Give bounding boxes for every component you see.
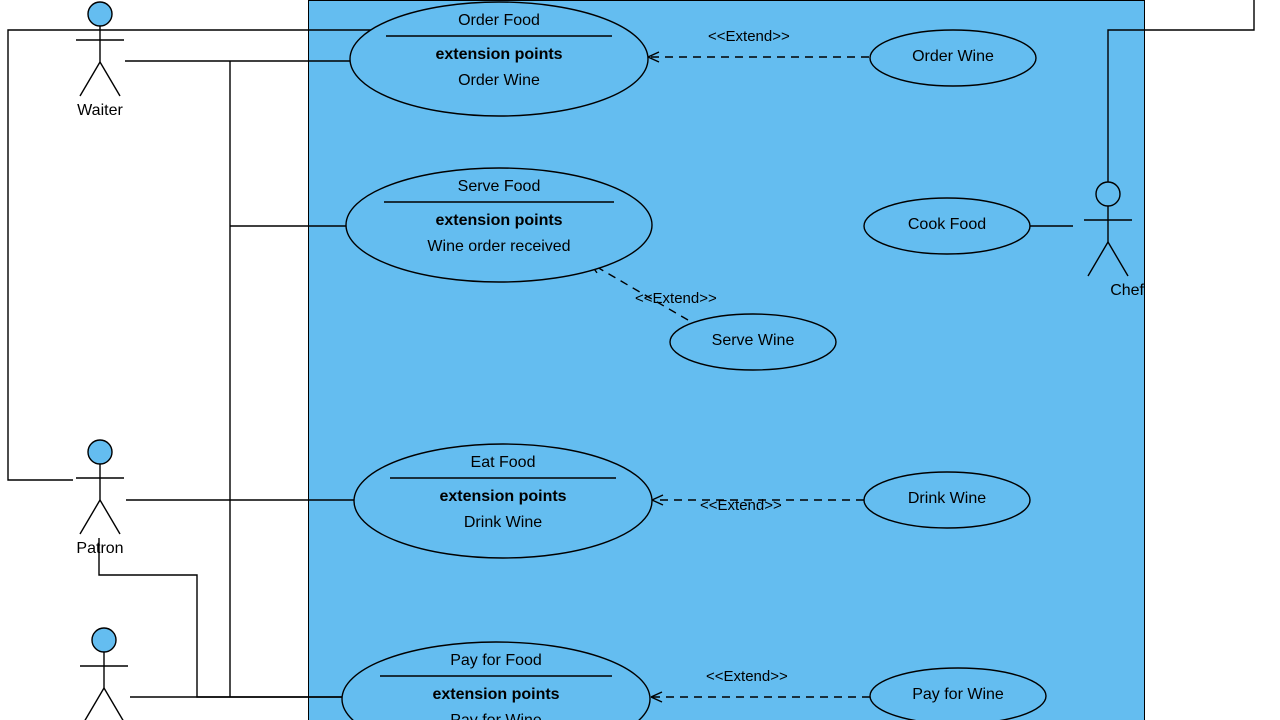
usecase-order-food[interactable]: Order Food extension points Order Wine (348, 0, 650, 118)
usecase-title: Drink Wine (862, 490, 1032, 508)
extension-points-label: extension points (352, 488, 654, 506)
usecase-title: Order Wine (868, 48, 1038, 66)
diagram-canvas: Order Food --> Serve Food (diagonal) -->… (0, 0, 1280, 720)
extension-points-label: extension points (340, 686, 652, 704)
extension-points-label: extension points (348, 46, 650, 64)
actor-waiter-label: Waiter (72, 102, 128, 120)
usecase-serve-food[interactable]: Serve Food extension points Wine order r… (344, 166, 654, 284)
usecase-drink-wine[interactable]: Drink Wine (862, 470, 1032, 530)
extension-point-name: Order Wine (348, 72, 650, 90)
usecase-order-wine[interactable]: Order Wine (868, 28, 1038, 88)
extend-label: <<Extend>> (706, 668, 788, 685)
extension-point-name: Pay for Wine (340, 712, 652, 720)
usecase-title: Serve Food (344, 178, 654, 196)
usecase-title: Order Food (348, 12, 650, 30)
usecase-title: Eat Food (352, 454, 654, 472)
usecase-pay-for-food[interactable]: Pay for Food extension points Pay for Wi… (340, 640, 652, 720)
usecase-serve-wine[interactable]: Serve Wine (668, 312, 838, 372)
extend-label: <<Extend>> (635, 290, 717, 307)
usecase-cook-food[interactable]: Cook Food (862, 196, 1032, 256)
extend-label: <<Extend>> (708, 28, 790, 45)
extension-points-label: extension points (344, 212, 654, 230)
usecase-title: Cook Food (862, 216, 1032, 234)
actor-cashier[interactable] (76, 626, 132, 720)
extend-label: <<Extend>> (700, 497, 782, 514)
actor-chef-label: Chef (1072, 282, 1144, 300)
usecase-title: Pay for Wine (868, 686, 1048, 704)
actor-patron[interactable]: Patron (72, 438, 128, 558)
usecase-eat-food[interactable]: Eat Food extension points Drink Wine (352, 442, 654, 560)
actor-waiter[interactable]: Waiter (72, 0, 128, 120)
extension-point-name: Wine order received (344, 238, 654, 256)
usecase-title: Pay for Food (340, 652, 652, 670)
actor-patron-label: Patron (72, 540, 128, 558)
usecase-pay-for-wine[interactable]: Pay for Wine (868, 666, 1048, 720)
extension-point-name: Drink Wine (352, 514, 654, 532)
actor-chef[interactable]: Chef (1072, 180, 1144, 300)
usecase-title: Serve Wine (668, 332, 838, 350)
